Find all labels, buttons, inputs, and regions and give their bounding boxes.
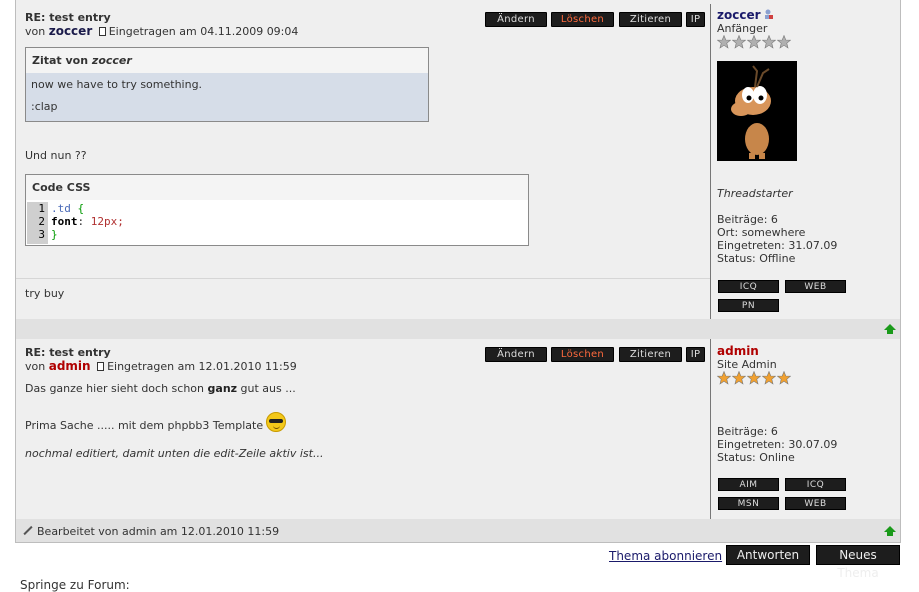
topic-container: RE: test entry von zoccer Eingetragen am… — [15, 0, 901, 543]
rank-stars — [716, 34, 792, 49]
icq-button[interactable]: ICQ — [718, 280, 779, 293]
up-arrow-icon[interactable] — [884, 324, 896, 334]
aim-button[interactable]: AIM — [718, 478, 779, 491]
user-joined: Eingetreten: 31.07.09 — [717, 239, 838, 252]
user-posts: Beiträge: 6 — [717, 425, 778, 438]
code-lines: .td { font: 12px; } — [51, 202, 124, 241]
web-button[interactable]: WEB — [785, 280, 846, 293]
user-name-link[interactable]: zoccer — [717, 8, 761, 22]
code-line-numbers: 1 2 3 — [27, 202, 48, 244]
up-arrow-icon[interactable] — [884, 526, 896, 536]
quote-body: now we have to try something. :clap — [26, 73, 428, 121]
rank-star-icon — [776, 34, 792, 49]
pencil-icon — [23, 526, 33, 536]
icq-button[interactable]: ICQ — [785, 478, 846, 491]
quote-header: Zitat von zoccer — [32, 54, 132, 67]
user-status: Status: Online — [717, 451, 795, 464]
post-byline: von zoccer Eingetragen am 04.11.2009 09:… — [25, 24, 299, 38]
rank-star-icon — [716, 34, 732, 49]
post-2: RE: test entry von admin Eingetragen am … — [16, 339, 900, 519]
edit-button[interactable]: Ändern — [485, 12, 547, 27]
rank-star-icon — [761, 370, 777, 385]
code-block: Code CSS 1 2 3 .td { font: 12px; } — [25, 174, 529, 246]
column-divider — [710, 339, 711, 519]
user-name-link[interactable]: admin — [717, 344, 759, 358]
avatar — [717, 61, 797, 161]
reply-button[interactable]: Antworten — [726, 545, 810, 565]
edit-button[interactable]: Ändern — [485, 347, 547, 362]
user-role: Threadstarter — [717, 187, 793, 200]
web-button[interactable]: WEB — [785, 497, 846, 510]
rank-star-icon — [746, 370, 762, 385]
user-joined: Eingetreten: 30.07.09 — [717, 438, 838, 451]
column-divider — [710, 4, 711, 319]
user-rank: Site Admin — [717, 358, 777, 371]
user-rank: Anfänger — [717, 22, 768, 35]
post-text: Das ganze hier sieht doch schon ganz gut… — [25, 382, 296, 395]
cool-smiley-icon — [266, 412, 287, 432]
ip-button[interactable]: IP — [686, 347, 705, 362]
new-topic-button[interactable]: Neues Thema — [816, 545, 900, 580]
ip-button[interactable]: IP — [686, 12, 705, 27]
rank-star-icon — [746, 34, 762, 49]
quote-author: zoccer — [91, 54, 132, 67]
doc-icon[interactable] — [97, 362, 105, 371]
post-title: RE: test entry — [25, 11, 111, 24]
post-signature: try buy — [25, 287, 65, 300]
quote-block: Zitat von zoccer now we have to try some… — [25, 47, 429, 122]
post-author-link[interactable]: zoccer — [49, 24, 93, 38]
post-author-link[interactable]: admin — [49, 359, 91, 373]
delete-button[interactable]: Löschen — [551, 12, 614, 27]
rank-star-icon — [716, 370, 732, 385]
edited-note: Bearbeitet von admin am 12.01.2010 11:59 — [23, 525, 279, 538]
rank-star-icon — [731, 370, 747, 385]
user-location: Ort: somewhere — [717, 226, 806, 239]
rank-stars — [716, 370, 792, 385]
quote-button[interactable]: Zitieren — [619, 12, 682, 27]
rank-star-icon — [761, 34, 777, 49]
rank-star-icon — [776, 370, 792, 385]
signature-divider — [16, 278, 710, 279]
post-text-3: nochmal editiert, damit unten die edit-Z… — [25, 447, 324, 460]
user-info: zoccer — [717, 8, 774, 22]
post-1: RE: test entry von zoccer Eingetragen am… — [16, 0, 900, 319]
pm-button[interactable]: PN — [718, 299, 779, 312]
code-body: 1 2 3 .td { font: 12px; } — [26, 200, 528, 245]
user-posts: Beiträge: 6 — [717, 213, 778, 226]
post-separator — [16, 319, 900, 339]
subscribe-topic-link[interactable]: Thema abonnieren — [609, 549, 722, 563]
user-info: admin — [717, 344, 759, 358]
online-user-icon — [765, 9, 774, 19]
post-text-2: Prima Sache ..... mit dem phpbb3 Templat… — [25, 412, 287, 432]
post-byline: von admin Eingetragen am 12.01.2010 11:5… — [25, 359, 297, 373]
doc-icon[interactable] — [98, 27, 106, 36]
user-status: Status: Offline — [717, 252, 796, 265]
post-date: Eingetragen am 12.01.2010 11:59 — [107, 360, 297, 373]
post-title: RE: test entry — [25, 346, 111, 359]
post-text: Und nun ?? — [25, 149, 87, 162]
code-header: Code CSS — [32, 181, 91, 194]
quote-button[interactable]: Zitieren — [619, 347, 682, 362]
msn-button[interactable]: MSN — [718, 497, 779, 510]
post-date: Eingetragen am 04.11.2009 09:04 — [108, 25, 299, 38]
delete-button[interactable]: Löschen — [551, 347, 614, 362]
rank-star-icon — [731, 34, 747, 49]
